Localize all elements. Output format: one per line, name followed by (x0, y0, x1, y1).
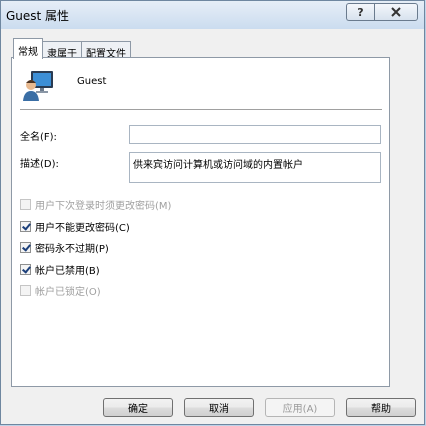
checkbox[interactable] (20, 242, 31, 253)
user-avatar-icon (23, 71, 53, 101)
option-account-locked[interactable]: 帐户已锁定(O) (20, 283, 101, 298)
help-button[interactable]: 帮助 (346, 398, 416, 417)
option-password-never-expires[interactable]: 密码永不过期(P) (20, 240, 109, 255)
fullname-field[interactable] (129, 125, 381, 144)
caption-buttons: ? (346, 3, 418, 21)
fullname-label: 全名(F): (20, 132, 57, 143)
tab-strip: 常规 隶属于 配置文件 (13, 38, 131, 60)
description-label: 描述(D): (20, 159, 59, 170)
window-title: Guest 属性 (6, 9, 70, 23)
option-label: 帐户已锁定(O) (35, 287, 101, 298)
option-label: 帐户已禁用(B) (35, 266, 100, 277)
option-must-change-password[interactable]: 用户下次登录时须更改密码(M) (20, 197, 171, 212)
close-icon (391, 7, 401, 17)
dialog-client: 常规 隶属于 配置文件 Guest 全名(F): 描述(D): 供来宾访问计算机… (7, 31, 421, 420)
ok-button[interactable]: 确定 (103, 398, 173, 417)
checkbox[interactable] (20, 221, 31, 232)
username-label: Guest (77, 76, 107, 87)
option-label: 密码永不过期(P) (35, 244, 109, 255)
close-button[interactable] (374, 3, 418, 21)
title-bar[interactable]: Guest 属性 ? (1, 1, 424, 29)
description-field[interactable]: 供来宾访问计算机或访问域的内置帐户 (129, 152, 381, 183)
tab-general[interactable]: 常规 (13, 38, 43, 59)
apply-button[interactable]: 应用(A) (265, 398, 335, 417)
general-panel: Guest 全名(F): 描述(D): 供来宾访问计算机或访问域的内置帐户 用户… (11, 57, 390, 387)
option-label: 用户不能更改密码(C) (35, 223, 130, 234)
separator (20, 109, 382, 110)
checkbox[interactable] (20, 264, 31, 275)
cancel-button[interactable]: 取消 (184, 398, 254, 417)
option-label: 用户下次登录时须更改密码(M) (35, 201, 172, 212)
option-account-disabled[interactable]: 帐户已禁用(B) (20, 262, 100, 277)
help-caption-button[interactable]: ? (346, 3, 374, 21)
checkbox[interactable] (20, 199, 31, 210)
option-cannot-change-password[interactable]: 用户不能更改密码(C) (20, 219, 130, 234)
checkbox[interactable] (20, 285, 31, 296)
properties-dialog: Guest 属性 ? 常规 隶属于 配置文件 Guest 全名(F): 描述(D… (0, 0, 425, 425)
